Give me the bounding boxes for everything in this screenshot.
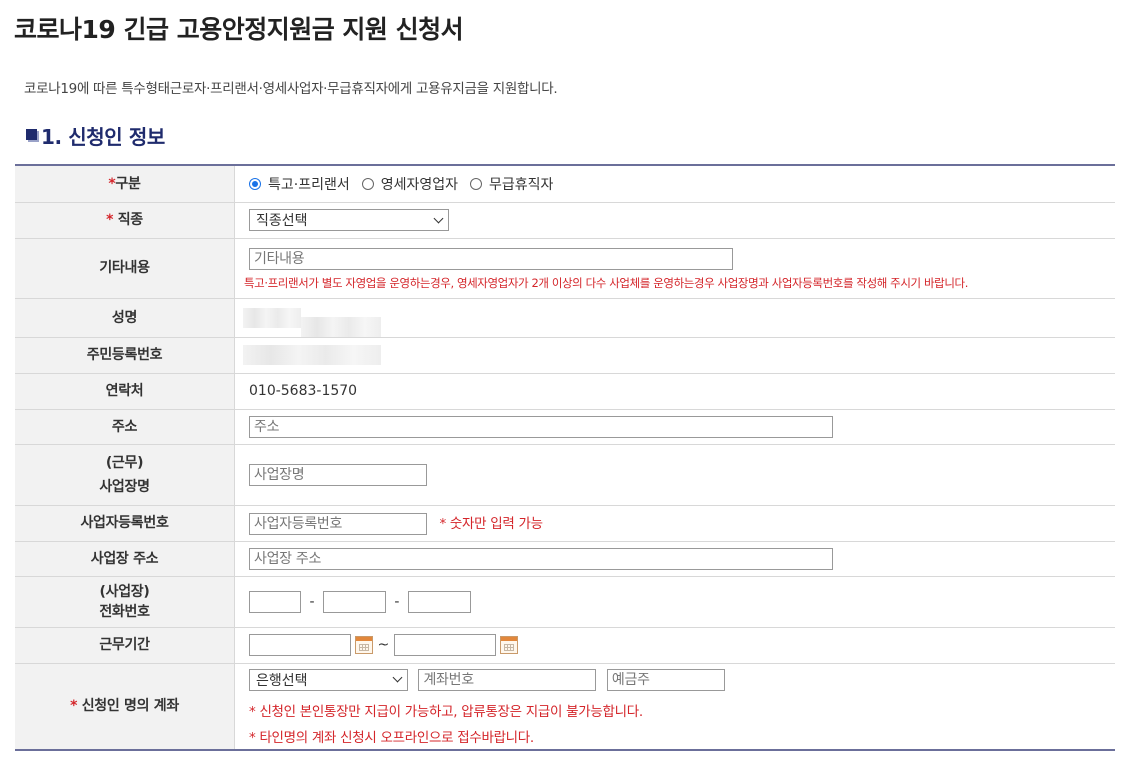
account-holder-input[interactable]: 예금주	[606, 668, 725, 691]
bank-select-value: 은행선택	[256, 672, 308, 689]
name-value-redacted-2	[301, 316, 382, 337]
label-address: 주소	[15, 409, 235, 445]
phone-separator-2: -	[394, 593, 400, 610]
chevron-down-icon	[433, 213, 444, 223]
row-account: * 신청인 명의 계좌 은행선택 계좌번호 예금주 * 신청인 본인통장만 지급…	[15, 663, 1115, 751]
label-biz-phone-line2: 전화번호	[99, 603, 150, 620]
period-end-input[interactable]	[393, 634, 496, 656]
row-biz-address: 사업장 주소 사업장 주소	[15, 541, 1115, 577]
label-biz-phone-line1: (사업장)	[99, 583, 150, 600]
biz-phone-part3[interactable]	[407, 590, 471, 613]
label-biz-address: 사업장 주소	[15, 541, 235, 577]
radio-self-employed-label: 영세자영업자	[380, 176, 459, 193]
account-number-input[interactable]: 계좌번호	[418, 668, 597, 691]
label-workplace: (근무) 사업장명	[15, 444, 235, 506]
row-contact: 연락처 010-5683-1570	[15, 373, 1115, 410]
row-name: 성명	[15, 298, 1115, 338]
label-workplace-line1: (근무)	[105, 454, 144, 471]
label-resident-no: 주민등록번호	[15, 337, 235, 374]
label-account: * 신청인 명의 계좌	[15, 663, 235, 751]
row-job: * 직종 직종선택	[15, 202, 1115, 239]
job-select-value: 직종선택	[256, 213, 308, 229]
job-select[interactable]: 직종선택	[249, 209, 449, 231]
contact-value: 010-5683-1570	[234, 373, 1115, 410]
chevron-down-icon	[392, 672, 403, 683]
radio-freelancer[interactable]: 특고·프리랜서	[249, 174, 350, 194]
applicant-form: *구분 특고·프리랜서 영세자영업자 무급휴직자 * 직종 직종선택 기타내용 …	[15, 164, 1115, 751]
section-bullet-icon	[26, 129, 37, 140]
biz-phone-part2[interactable]	[322, 590, 386, 613]
period-separator: ~	[377, 637, 390, 653]
row-period: 근무기간 ~	[15, 627, 1115, 664]
type-radio-group: 특고·프리랜서 영세자영업자 무급휴직자	[249, 174, 1115, 194]
biz-phone-part1[interactable]	[249, 590, 301, 613]
workplace-input[interactable]: 사업장명	[249, 463, 427, 486]
radio-self-employed[interactable]: 영세자영업자	[361, 174, 459, 194]
label-job: * 직종	[15, 202, 235, 239]
biz-no-note: * 숫자만 입력 가능	[439, 515, 543, 532]
name-value-redacted	[243, 307, 301, 328]
section-title: 1. 신청인 정보	[41, 125, 165, 149]
resident-no-redacted	[243, 345, 381, 365]
row-biz-no: 사업자등록번호 사업자등록번호 * 숫자만 입력 가능	[15, 505, 1115, 542]
account-note-1: * 신청인 본인통장만 지급이 가능하고, 압류통장은 지급이 불가능합니다.	[249, 703, 643, 720]
radio-self-employed-circle[interactable]	[361, 177, 374, 190]
radio-freelancer-circle[interactable]	[249, 177, 261, 190]
etc-input[interactable]: 기타내용	[249, 247, 733, 270]
label-biz-phone: (사업장) 전화번호	[15, 576, 235, 628]
label-name: 성명	[15, 298, 235, 338]
label-contact: 연락처	[15, 373, 235, 410]
label-type: *구분	[15, 165, 235, 203]
biz-no-input[interactable]: 사업자등록번호	[249, 512, 427, 535]
calendar-icon[interactable]	[499, 636, 518, 654]
biz-address-input[interactable]: 사업장 주소	[249, 547, 833, 570]
radio-unpaid-leave-label: 무급휴직자	[489, 176, 554, 193]
phone-separator-1: -	[309, 593, 315, 610]
row-workplace: (근무) 사업장명 사업장명	[15, 444, 1115, 506]
radio-unpaid-leave-circle[interactable]	[470, 177, 483, 190]
page-title: 코로나19 긴급 고용안정지원금 지원 신청서	[14, 15, 464, 44]
etc-note: 특고·프리랜서가 별도 자영업을 운영하는경우, 영세자영업자가 2개 이상의 …	[244, 275, 968, 290]
row-type: *구분 특고·프리랜서 영세자영업자 무급휴직자	[15, 165, 1115, 203]
account-note-2: * 타인명의 계좌 신청시 오프라인으로 접수바랍니다.	[249, 729, 534, 746]
bank-select[interactable]: 은행선택	[249, 668, 408, 691]
label-period: 근무기간	[15, 627, 235, 664]
row-address: 주소 주소	[15, 409, 1115, 445]
label-biz-no: 사업자등록번호	[15, 505, 235, 542]
radio-unpaid-leave[interactable]: 무급휴직자	[470, 174, 553, 194]
radio-freelancer-label: 특고·프리랜서	[268, 176, 350, 193]
row-resident-no: 주민등록번호	[15, 337, 1115, 374]
section-header: 1. 신청인 정보	[26, 121, 165, 150]
row-biz-phone: (사업장) 전화번호 - -	[15, 576, 1115, 628]
label-etc: 기타내용	[15, 238, 235, 299]
label-workplace-line2: 사업장명	[99, 478, 150, 495]
intro-text: 코로나19에 따른 특수형태근로자·프리랜서·영세사업자·무급휴직자에게 고용유…	[24, 81, 558, 97]
row-etc: 기타내용 기타내용 특고·프리랜서가 별도 자영업을 운영하는경우, 영세자영업…	[15, 238, 1115, 299]
calendar-icon[interactable]	[355, 636, 373, 654]
address-input[interactable]: 주소	[249, 415, 833, 438]
period-start-input[interactable]	[249, 634, 351, 656]
